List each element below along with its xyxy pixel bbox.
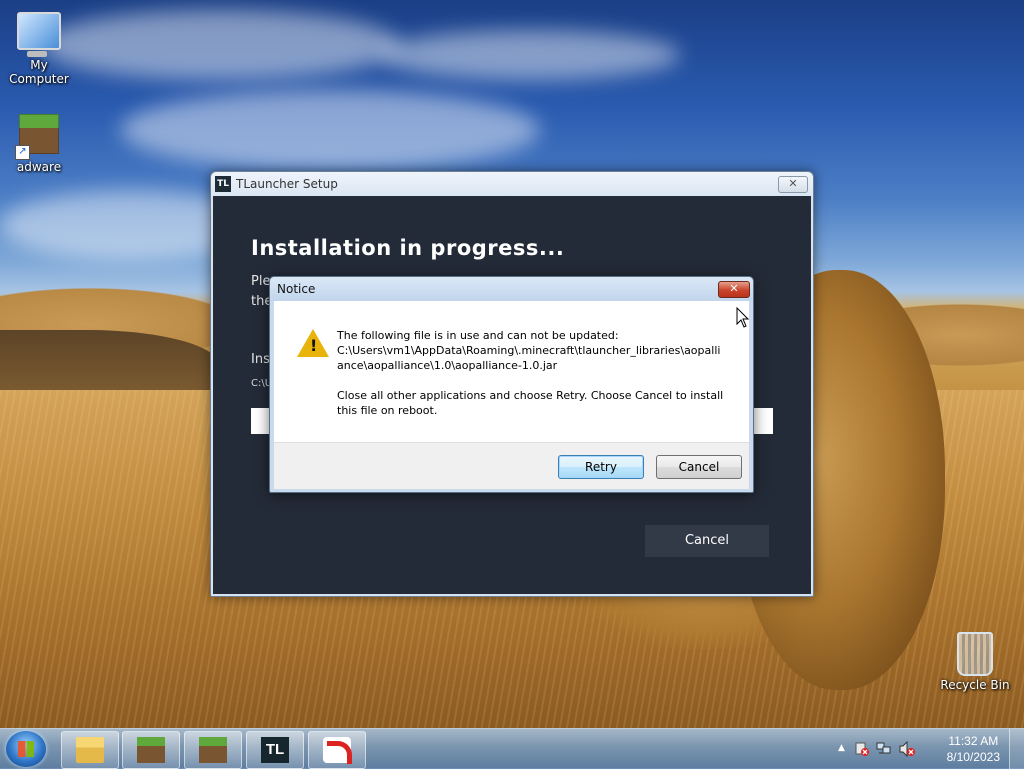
volume-muted-icon[interactable] <box>898 741 916 757</box>
window-title: TLauncher Setup <box>236 177 338 191</box>
taskbar-item-explorer[interactable] <box>61 731 119 769</box>
minecraft-block-icon <box>199 737 227 763</box>
dialog-close-button[interactable]: ✕ <box>718 281 750 298</box>
shortcut-arrow-icon: ↗ <box>15 145 30 160</box>
show-desktop-button[interactable] <box>1009 729 1024 769</box>
installer-heading: Installation in progress... <box>251 236 565 260</box>
cancel-button[interactable]: Cancel <box>656 455 742 479</box>
notice-instruction-line: Close all other applications and choose … <box>337 389 724 402</box>
dialog-button-bar: Retry Cancel <box>274 442 749 489</box>
warning-mark: ! <box>310 336 318 355</box>
installer-cancel-button[interactable]: Cancel <box>645 525 769 557</box>
close-button[interactable]: ✕ <box>778 176 808 193</box>
network-icon[interactable] <box>876 741 892 757</box>
taskbar-item-minecraft-2[interactable] <box>184 731 242 769</box>
desktop-icon-label: adware <box>16 160 62 174</box>
taskbar-item-tlauncher[interactable]: TL <box>246 731 304 769</box>
desktop-icon-label: Recycle Bin <box>940 678 1010 692</box>
notice-file-path-line: C:\Users\vm1\AppData\Roaming\.minecraft\… <box>337 344 721 357</box>
window-titlebar[interactable]: TL TLauncher Setup ✕ <box>211 172 813 196</box>
red-arc-icon <box>323 737 352 764</box>
cloud <box>40 10 400 80</box>
folder-icon <box>76 737 104 763</box>
desktop-icon-recycle-bin[interactable]: Recycle Bin <box>936 632 1014 692</box>
show-hidden-icons-button[interactable]: ▲ <box>838 743 845 753</box>
desktop-icon-label: My Computer <box>9 58 69 86</box>
clock-time: 11:32 AM <box>948 734 999 748</box>
mouse-cursor-icon <box>736 307 750 328</box>
dialog-content: ! The following file is in use and can n… <box>274 301 749 442</box>
install-status-label: Ins <box>251 352 270 367</box>
clock[interactable]: 11:32 AM 8/10/2023 <box>947 733 1000 765</box>
notice-message-line: The following file is in use and can not… <box>337 329 619 342</box>
cloud <box>380 30 680 80</box>
dialog-titlebar[interactable]: Notice ✕ <box>270 277 753 301</box>
notice-file-path-line: ance\aopalliance\1.0\aopalliance-1.0.jar <box>337 359 558 372</box>
tlauncher-logo-icon: TL <box>215 176 231 192</box>
tlauncher-icon: TL <box>261 737 289 763</box>
minecraft-block-icon: ↗ <box>15 114 61 160</box>
recycle-bin-icon <box>953 632 997 676</box>
clock-date: 8/10/2023 <box>946 750 1000 764</box>
action-center-flag-icon[interactable] <box>854 741 870 757</box>
retry-button[interactable]: Retry <box>558 455 644 479</box>
start-button[interactable] <box>6 731 46 767</box>
taskbar-item-minecraft[interactable] <box>122 731 180 769</box>
dialog-title: Notice <box>277 282 316 296</box>
notice-dialog: Notice ✕ ! The following file is in use … <box>269 276 754 493</box>
cloud <box>120 90 540 170</box>
desktop-icon-my-computer[interactable]: My Computer <box>0 8 78 86</box>
minecraft-block-icon <box>137 737 165 763</box>
desktop-icon-adware[interactable]: ↗ adware <box>0 114 78 174</box>
taskbar: TL ▲ 11:32 AM 8/10/2023 <box>0 728 1024 769</box>
installer-text-line: Ple <box>251 274 271 289</box>
system-tray: ▲ 11:32 AM 8/10/2023 <box>834 729 1024 769</box>
taskbar-item-red-app[interactable] <box>308 731 366 769</box>
notice-instruction-line: this file on reboot. <box>337 404 438 417</box>
computer-icon <box>17 12 61 57</box>
